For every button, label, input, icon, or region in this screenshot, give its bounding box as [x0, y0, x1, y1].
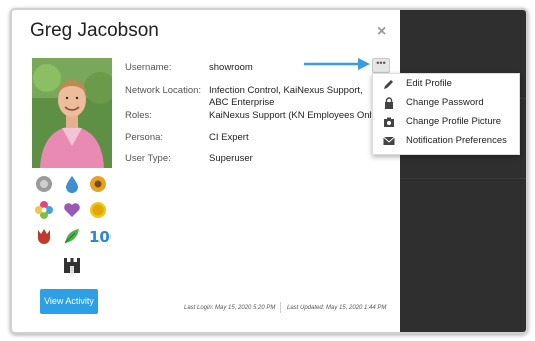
profile-name: Greg Jacobson — [30, 20, 159, 41]
field-label: Network Location: — [125, 85, 202, 96]
field-value: Superuser — [209, 153, 253, 164]
screenshot-frame: Greg Jacobson × 10 Username: showroom Ne… — [10, 8, 528, 334]
leaf-badge-icon — [62, 226, 82, 246]
lock-icon — [383, 97, 395, 109]
water-drop-badge-icon — [62, 174, 82, 194]
more-options-button[interactable]: ••• — [372, 58, 390, 73]
hundred-badge-icon: 100 — [88, 226, 112, 246]
field-label: User Type: — [125, 153, 171, 164]
menu-item-change-profile-picture[interactable]: Change Profile Picture — [373, 113, 519, 131]
profile-photo — [32, 58, 112, 168]
field-label: Username: — [125, 62, 172, 73]
backdrop-divider — [400, 178, 526, 179]
menu-item-edit-profile[interactable]: Edit Profile — [373, 75, 519, 93]
flower-badge-icon — [34, 200, 54, 220]
menu-item-notification-preferences[interactable]: Notification Preferences — [373, 132, 519, 150]
menu-item-change-password[interactable]: Change Password — [373, 94, 519, 112]
field-value: CI Expert — [209, 132, 249, 143]
view-activity-button[interactable]: View Activity — [40, 289, 98, 314]
person-photo-icon — [32, 58, 112, 168]
gear-badge-icon — [34, 174, 54, 194]
field-label: Roles: — [125, 110, 152, 121]
tulip-badge-icon — [34, 226, 54, 246]
profile-options-menu: Edit Profile Change Password Change Prof… — [372, 73, 520, 155]
field-label: Persona: — [125, 132, 164, 143]
camera-icon — [383, 116, 395, 128]
footer-divider — [280, 302, 281, 313]
envelope-icon — [383, 135, 395, 147]
page-backdrop — [400, 10, 526, 332]
last-updated: Last Updated: May 15, 2020 1:44 PM — [287, 305, 387, 311]
svg-text:100: 100 — [89, 228, 111, 245]
field-value-line2: ABC Enterprise — [209, 97, 275, 108]
last-login: Last Login: May 15, 2020 5:20 PM — [184, 305, 276, 311]
field-value: showroom — [209, 62, 253, 73]
close-icon[interactable]: × — [377, 23, 386, 41]
coin-badge-icon — [88, 200, 108, 220]
pencil-icon — [383, 78, 395, 90]
field-value: Infection Control, KaiNexus Support, — [209, 85, 363, 96]
castle-badge-icon — [62, 254, 82, 274]
heart-badge-icon — [62, 200, 82, 220]
menu-item-label: Edit Profile — [406, 78, 452, 89]
profile-modal: Greg Jacobson × 10 Username: showroom Ne… — [12, 10, 400, 332]
sunflower-badge-icon — [88, 174, 108, 194]
menu-item-label: Change Password — [406, 97, 484, 108]
field-value: KaiNexus Support (KN Employees Only) — [209, 110, 380, 121]
arrow-icon — [304, 58, 370, 70]
menu-item-label: Notification Preferences — [406, 135, 507, 146]
menu-item-label: Change Profile Picture — [406, 116, 502, 127]
